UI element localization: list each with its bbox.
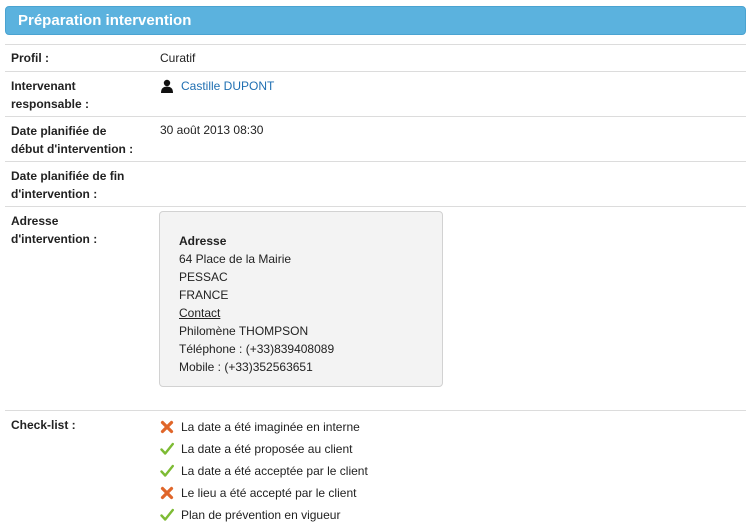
date-fin-label: Date planifiée de fin d'intervention : xyxy=(11,167,151,203)
panel-title: Préparation intervention xyxy=(18,12,192,29)
contact-mobile: Mobile : (+33)352563651 xyxy=(179,360,313,374)
checklist-item: La date a été imaginée en interne xyxy=(181,420,360,434)
cross-icon xyxy=(160,420,174,434)
check-icon xyxy=(160,442,174,455)
date-debut-label: Date planifiée de début d'intervention : xyxy=(11,122,151,158)
adresse-label-line1: Adresse xyxy=(11,214,59,228)
divider xyxy=(5,44,746,45)
intervenant-link[interactable]: Castille DUPONT xyxy=(181,77,274,95)
check-icon xyxy=(160,508,174,521)
contact-telephone: Téléphone : (+33)839408089 xyxy=(179,342,335,356)
panel-header: Préparation intervention xyxy=(5,6,746,35)
intervenant-label-line2: responsable : xyxy=(11,97,90,111)
contact-heading: Contact xyxy=(179,306,221,320)
divider xyxy=(5,410,746,411)
checklist-item: La date a été acceptée par le client xyxy=(181,464,368,478)
address-country: FRANCE xyxy=(179,288,229,302)
divider xyxy=(5,206,746,207)
profil-value: Curatif xyxy=(160,51,196,65)
checklist-item: La date a été proposée au client xyxy=(181,442,353,456)
date-debut-label-line1: Date planifiée de xyxy=(11,124,107,138)
intervenant-label: Intervenant responsable : xyxy=(11,77,151,113)
adresse-label-line2: d'intervention : xyxy=(11,232,98,246)
address-street: 64 Place de la Mairie xyxy=(179,252,292,266)
profil-label: Profil : xyxy=(11,51,49,65)
cross-icon xyxy=(160,486,174,500)
divider xyxy=(5,116,746,117)
checklist-item: Le lieu a été accepté par le client xyxy=(181,486,357,500)
date-fin-label-line1: Date planifiée de fin xyxy=(11,169,125,183)
divider xyxy=(5,161,746,162)
address-city: PESSAC xyxy=(179,270,228,284)
person-icon xyxy=(161,79,173,93)
adresse-label: Adresse d'intervention : xyxy=(11,212,151,248)
contact-name: Philomène THOMPSON xyxy=(179,324,309,338)
check-icon xyxy=(160,464,174,477)
address-heading: Adresse xyxy=(179,234,227,248)
date-debut-value: 30 août 2013 08:30 xyxy=(160,123,264,137)
checklist-item: Plan de prévention en vigueur xyxy=(181,508,341,522)
checklist-label: Check-list : xyxy=(11,418,76,432)
date-debut-label-line2: début d'intervention : xyxy=(11,142,134,156)
date-fin-label-line2: d'intervention : xyxy=(11,187,98,201)
intervenant-label-line1: Intervenant xyxy=(11,79,76,93)
divider xyxy=(5,71,746,72)
